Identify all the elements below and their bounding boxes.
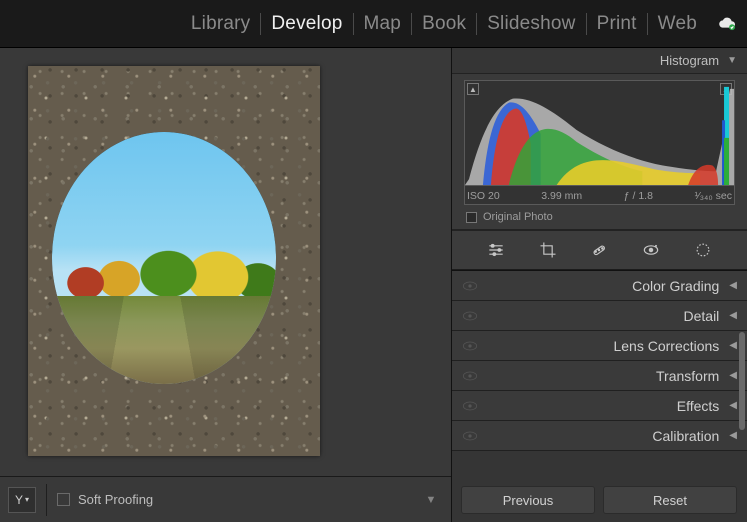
panel-lens-corrections[interactable]: Lens Corrections ◀ [452,331,747,361]
visibility-eye-icon[interactable] [462,340,478,352]
toolbar-options-icon[interactable]: ▼ [419,494,443,506]
cloud-sync-icon[interactable] [715,12,739,36]
edit-sliders-icon[interactable] [483,237,509,263]
meta-aperture: ƒ / 1.8 [624,190,653,202]
module-tab-develop[interactable]: Develop [261,13,352,35]
panel-calibration[interactable]: Calibration ◀ [452,421,747,451]
visibility-eye-icon[interactable] [462,400,478,412]
soft-proofing-label: Soft Proofing [78,492,153,507]
visibility-eye-icon[interactable] [462,370,478,382]
crop-icon[interactable] [535,237,561,263]
previous-button[interactable]: Previous [461,486,595,514]
module-tab-book[interactable]: Book [412,13,476,35]
panel-detail[interactable]: Detail ◀ [452,301,747,331]
module-tab-slideshow[interactable]: Slideshow [477,13,585,35]
view-mode-value: Y [15,493,23,507]
meta-focal: 3.99 mm [541,190,582,202]
soft-proofing-toggle[interactable]: Soft Proofing [57,492,419,507]
expand-triangle-icon: ◀ [729,310,737,321]
healing-icon[interactable] [586,237,612,263]
panel-label: Color Grading [632,278,719,294]
photo-hole [52,132,276,384]
redeye-icon[interactable] [638,237,664,263]
panel-effects[interactable]: Effects ◀ [452,391,747,421]
module-tabs: Library Develop Map Book Slideshow Print… [181,13,707,35]
visibility-eye-icon[interactable] [462,280,478,292]
image-preview-area[interactable] [0,48,451,476]
history-buttons: Previous Reset [461,486,737,514]
develop-panels: Color Grading ◀ Detail ◀ Lens Correction… [452,270,747,451]
panel-label: Transform [656,368,719,384]
local-toolstrip [452,230,747,270]
expand-triangle-icon: ◀ [729,280,737,291]
expand-triangle-icon: ◀ [729,400,737,411]
checkbox-icon[interactable] [466,212,477,223]
visibility-eye-icon[interactable] [462,430,478,442]
histogram-graph[interactable]: ▲ ▲ [464,80,735,186]
module-tab-print[interactable]: Print [587,13,647,35]
original-photo-toggle[interactable]: Original Photo [464,205,735,225]
histogram-title: Histogram [660,53,719,68]
reset-button[interactable]: Reset [603,486,737,514]
visibility-eye-icon[interactable] [462,310,478,322]
expand-triangle-icon: ◀ [729,430,737,441]
photo-ground [52,296,276,384]
module-tab-map[interactable]: Map [354,13,412,35]
toolbar-bottom: Y ▾ Soft Proofing ▼ [0,476,451,522]
panel-label: Effects [677,398,720,414]
photo-preview [28,66,320,456]
histogram-panel: ▲ ▲ ISO 20 [452,74,747,230]
expand-triangle-icon: ◀ [729,340,737,351]
histogram-metadata: ISO 20 3.99 mm ƒ / 1.8 ¹⁄₃₄₀ sec [464,186,735,205]
panel-transform[interactable]: Transform ◀ [452,361,747,391]
panel-color-grading[interactable]: Color Grading ◀ [452,271,747,301]
collapse-triangle-icon: ▼ [727,55,737,66]
masking-icon[interactable] [690,237,716,263]
panel-label: Lens Corrections [613,338,719,354]
histogram-header[interactable]: Histogram ▼ [452,48,747,74]
develop-sidebar: Histogram ▼ ▲ ▲ [451,48,747,522]
meta-iso: ISO 20 [467,190,500,202]
sidebar-scrollbar[interactable] [739,332,745,430]
expand-triangle-icon: ◀ [729,370,737,381]
panel-label: Calibration [652,428,719,444]
original-photo-label: Original Photo [483,211,553,223]
module-picker: Library Develop Map Book Slideshow Print… [0,0,747,48]
separator [46,484,47,516]
chevron-down-icon: ▾ [25,495,29,504]
view-mode-dropdown[interactable]: Y ▾ [8,487,36,513]
module-tab-web[interactable]: Web [648,13,707,35]
panel-label: Detail [684,308,720,324]
module-tab-library[interactable]: Library [181,13,260,35]
histogram-svg [465,81,734,185]
checkbox-icon[interactable] [57,493,70,506]
meta-shutter: ¹⁄₃₄₀ sec [695,190,732,202]
